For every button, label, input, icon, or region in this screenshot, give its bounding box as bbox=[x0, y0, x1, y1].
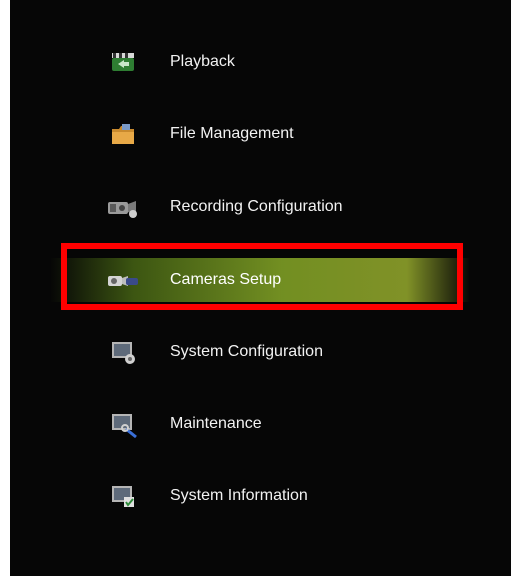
playback-icon bbox=[112, 53, 134, 71]
menu-item-system-configuration[interactable]: System Configuration bbox=[50, 330, 470, 374]
folder-icon bbox=[112, 124, 134, 144]
maintenance-icon bbox=[112, 414, 137, 439]
menu-item-label: Maintenance bbox=[170, 415, 262, 432]
menu-item-label: File Management bbox=[170, 125, 294, 142]
menu-item-label: Cameras Setup bbox=[170, 271, 282, 288]
menu-item-system-information[interactable]: System Information bbox=[50, 474, 470, 518]
menu-item-playback[interactable]: Playback bbox=[50, 40, 470, 84]
menu-item-file-management[interactable]: File Management bbox=[50, 112, 470, 156]
menu-item-label: Playback bbox=[170, 53, 235, 70]
menu-item-label: Recording Configuration bbox=[170, 198, 343, 215]
camera-setup-icon bbox=[108, 276, 138, 286]
menu-item-maintenance[interactable]: Maintenance bbox=[50, 402, 470, 446]
menu-item-label: System Configuration bbox=[170, 343, 323, 360]
recording-camera-icon bbox=[108, 201, 137, 218]
menu-item-label: System Information bbox=[170, 487, 308, 504]
menu-item-cameras-setup[interactable]: Cameras Setup bbox=[50, 258, 470, 302]
system-info-icon bbox=[112, 486, 134, 507]
system-config-icon bbox=[112, 342, 135, 364]
menu-item-recording-configuration[interactable]: Recording Configuration bbox=[50, 185, 470, 229]
dvr-main-menu: Playback File Management Recording Confi… bbox=[10, 0, 511, 576]
